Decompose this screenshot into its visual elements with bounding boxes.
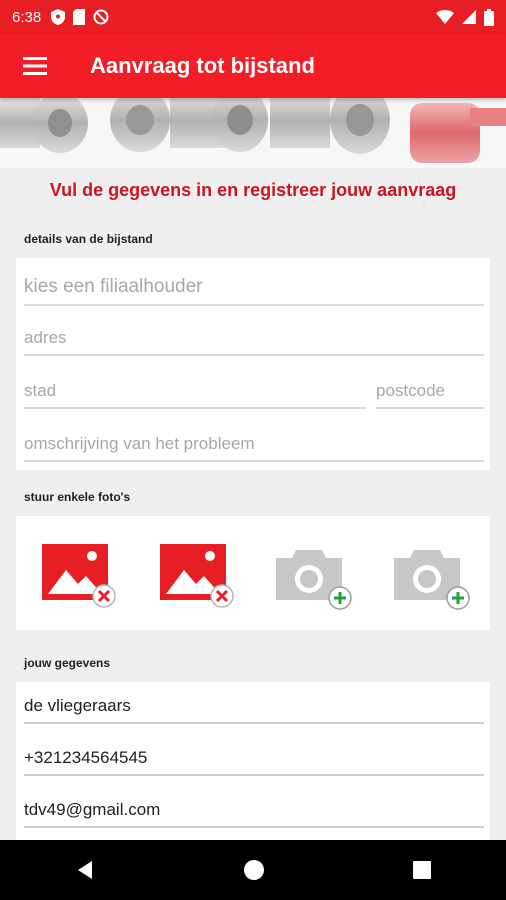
recents-icon[interactable] [412,860,432,880]
phone-input[interactable]: +321234564545 [24,736,484,776]
sim-icon [73,9,86,25]
details-section-label: details van de bijstand [24,232,153,246]
camera-add-icon [394,550,470,610]
adres-placeholder: adres [24,328,67,347]
omschrijving-placeholder: omschrijving van het probleem [24,434,255,453]
form-heading: Vul de gegevens in en registreer jouw aa… [49,180,457,200]
signal-icon [462,10,476,24]
postcode-placeholder: postcode [376,381,445,400]
photos-section-label: stuur enkele foto's [24,490,131,504]
user-card: de vliegeraars +321234564545 tdv49@gmail… [16,682,490,840]
email-value: tdv49@gmail.com [24,800,161,819]
photos-card [16,516,490,630]
system-nav-bar [0,840,506,900]
shield-icon [51,9,66,25]
camera-add-icon [276,550,352,610]
filiaalhouder-select[interactable]: kies een filiaalhouder [24,266,484,306]
menu-button[interactable] [0,34,70,98]
battery-icon [484,8,494,26]
wifi-icon [436,10,454,24]
photo-slot-2[interactable] [160,544,234,608]
phone-value: +321234564545 [24,748,148,767]
home-icon[interactable] [243,859,265,881]
photo-slot-4[interactable] [394,544,470,610]
photo-slot-1[interactable] [42,544,116,608]
back-icon[interactable] [74,859,96,881]
stad-placeholder: stad [24,381,57,400]
photo-slot-3[interactable] [276,544,352,610]
omschrijving-input[interactable]: omschrijving van het probleem [24,422,484,462]
blocked-icon [93,9,109,25]
details-card: kies een filiaalhouder adres stad postco… [16,258,490,470]
image-remove-icon [160,544,234,608]
postcode-input[interactable]: postcode [376,369,484,409]
image-remove-icon [42,544,116,608]
page-title: Aanvraag tot bijstand [90,53,315,78]
email-input[interactable]: tdv49@gmail.com [24,788,484,828]
user-section-label: jouw gegevens [24,656,111,670]
status-time: 6:38 [12,8,42,26]
app-bar: Aanvraag tot bijstand [0,34,506,98]
adres-input[interactable]: adres [24,316,484,356]
name-input[interactable]: de vliegeraars [24,684,484,724]
status-bar: 6:38 [0,0,506,34]
header-banner-image [0,98,506,168]
stad-input[interactable]: stad [24,369,366,409]
filiaalhouder-placeholder: kies een filiaalhouder [24,276,203,297]
name-value: de vliegeraars [24,696,131,715]
hamburger-menu-icon [23,57,47,75]
